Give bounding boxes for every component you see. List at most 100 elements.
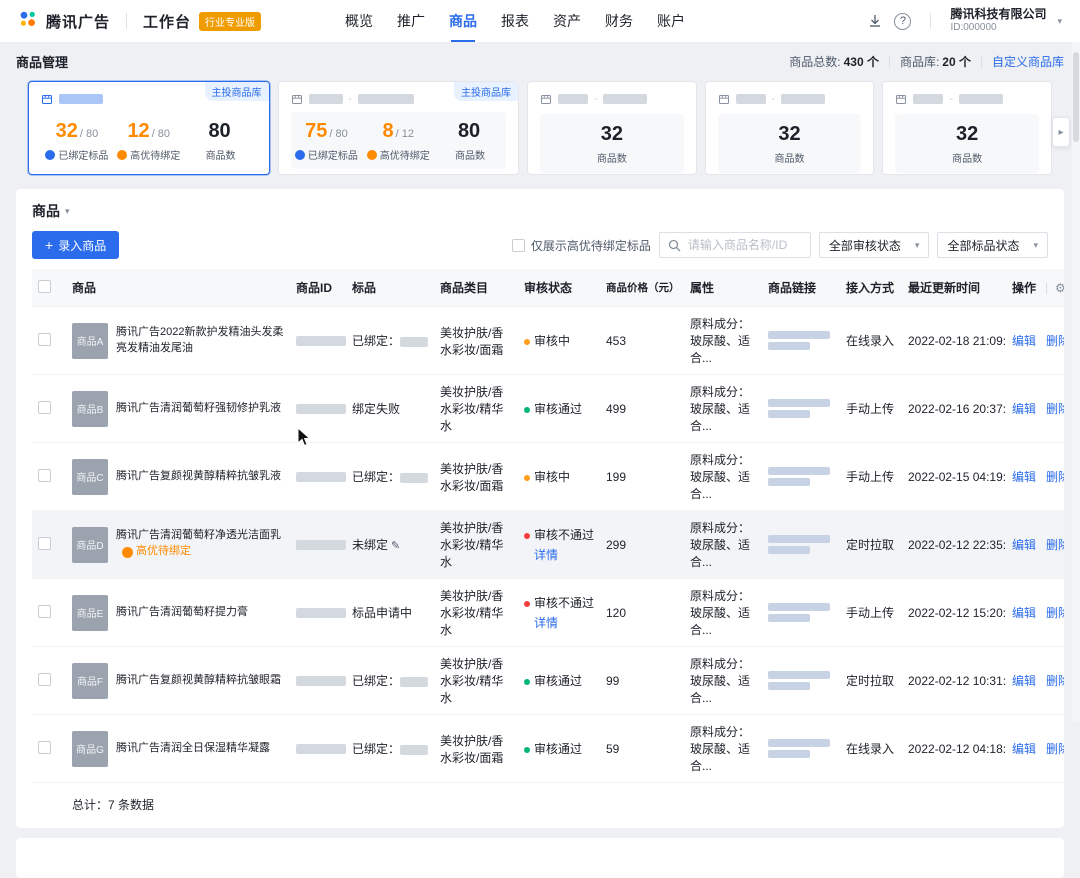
account-menu[interactable]: 腾讯科技有限公司 ID:000000 xyxy=(950,7,1046,35)
divider xyxy=(889,56,890,68)
row-checkbox[interactable] xyxy=(38,333,51,346)
delete-link[interactable]: 删除 xyxy=(1046,538,1064,552)
select-all-checkbox[interactable] xyxy=(38,280,51,293)
account-name: 腾讯科技有限公司 xyxy=(950,7,1046,22)
cell-audit-status: 审核不通过详情 xyxy=(518,511,600,579)
row-checkbox[interactable] xyxy=(38,673,51,686)
cell-product-link xyxy=(762,307,840,375)
edit-link[interactable]: 编辑 xyxy=(1012,538,1036,552)
table-row[interactable]: 商品D腾讯广告清润葡萄籽净透光洁面乳高优待绑定未绑定✎美妆护肤/香水彩妆/精华水… xyxy=(32,511,1064,579)
masked-product-id xyxy=(296,744,346,754)
product-thumbnail: 商品G xyxy=(72,731,108,767)
table-row[interactable]: 商品C腾讯广告复颜视黄醇精粹抗皱乳液已绑定：美妆护肤/香水彩妆/面霜审核中199… xyxy=(32,443,1064,511)
delete-link[interactable]: 删除 xyxy=(1046,402,1064,416)
masked-product-id xyxy=(296,336,346,346)
top-navigation: 腾讯广告 工作台 行业专业版 概览推广商品报表资产财务账户 ? 腾讯科技有限公司… xyxy=(0,0,1080,42)
cell-category: 美妆护肤/香水彩妆/精华水 xyxy=(434,511,518,579)
nav-item-概览[interactable]: 概览 xyxy=(345,0,373,42)
column-settings-icon[interactable]: ⚙ xyxy=(1055,281,1064,295)
row-checkbox[interactable] xyxy=(38,605,51,618)
audit-status: 审核不通过 xyxy=(524,526,594,543)
column-header: 商品类目 xyxy=(434,269,518,307)
nav-item-报表[interactable]: 报表 xyxy=(501,0,529,42)
edit-link[interactable]: 编辑 xyxy=(1012,606,1036,620)
product-name: 腾讯广告清润葡萄籽强韧修护乳液 xyxy=(116,401,281,417)
card-stat: 80商品数 xyxy=(185,120,257,162)
status-detail-link[interactable]: 详情 xyxy=(534,546,558,563)
custom-library-link[interactable]: 自定义商品库 xyxy=(992,53,1064,70)
row-checkbox[interactable] xyxy=(38,537,51,550)
edit-link[interactable]: 编辑 xyxy=(1012,674,1036,688)
row-checkbox[interactable] xyxy=(38,469,51,482)
cards-next-button[interactable]: ▸ xyxy=(1052,117,1070,147)
cell-attributes: 原料成分：玻尿酸、适合... xyxy=(684,511,762,579)
edit-link[interactable]: 编辑 xyxy=(1012,470,1036,484)
tencent-ads-logo-icon[interactable] xyxy=(18,9,38,34)
biaopin-status: 已绑定： xyxy=(352,742,400,756)
cell-product: 商品F腾讯广告复颜视黄醇精粹抗皱眼霜 xyxy=(66,647,290,715)
add-product-button[interactable]: + 录入商品 xyxy=(32,231,119,259)
product-library-card[interactable]: -32商品数 xyxy=(527,81,697,175)
cell-price: 99 xyxy=(600,647,684,715)
cell-price: 199 xyxy=(600,443,684,511)
delete-link[interactable]: 删除 xyxy=(1046,470,1064,484)
edit-link[interactable]: 编辑 xyxy=(1012,402,1036,416)
row-checkbox[interactable] xyxy=(38,741,51,754)
cell-category: 美妆护肤/香水彩妆/精华水 xyxy=(434,579,518,647)
nav-item-资产[interactable]: 资产 xyxy=(553,0,581,42)
scrollbar-thumb[interactable] xyxy=(1073,52,1079,142)
priority-filter-checkbox[interactable] xyxy=(512,239,525,252)
table-row[interactable]: 商品B腾讯广告清润葡萄籽强韧修护乳液绑定失败美妆护肤/香水彩妆/精华水审核通过4… xyxy=(32,375,1064,443)
download-icon[interactable] xyxy=(867,13,883,29)
nav-item-推广[interactable]: 推广 xyxy=(397,0,425,42)
table-row[interactable]: 商品E腾讯广告清润葡萄籽提力膏标品申请中美妆护肤/香水彩妆/精华水审核不通过详情… xyxy=(32,579,1064,647)
nav-item-商品[interactable]: 商品 xyxy=(449,0,477,42)
table-row[interactable]: 商品F腾讯广告复颜视黄醇精粹抗皱眼霜已绑定：美妆护肤/香水彩妆/精华水审核通过9… xyxy=(32,647,1064,715)
column-header: 商品价格（元） xyxy=(600,269,684,307)
biaopin-status: 已绑定： xyxy=(352,674,400,688)
delete-link[interactable]: 删除 xyxy=(1046,334,1064,348)
row-checkbox[interactable] xyxy=(38,401,51,414)
priority-filter-label: 仅展示高优待绑定标品 xyxy=(531,237,651,254)
product-library-card[interactable]: 主投商品库-75/ 80已绑定标品8/ 12高优待绑定80商品数 xyxy=(278,81,520,175)
biaopin-status: 绑定失败 xyxy=(352,402,400,416)
nav-item-账户[interactable]: 账户 xyxy=(657,0,685,42)
masked-biaopin-name xyxy=(400,473,428,483)
product-thumbnail: 商品C xyxy=(72,459,108,495)
delete-link[interactable]: 删除 xyxy=(1046,742,1064,756)
search-input[interactable] xyxy=(686,237,802,253)
product-library-card[interactable]: 主投商品库32/ 80已绑定标品12/ 80高优待绑定80商品数 xyxy=(28,81,270,175)
product-name: 腾讯广告清润葡萄籽净透光洁面乳高优待绑定 xyxy=(116,528,284,561)
cell-access-method: 定时拉取 xyxy=(840,511,902,579)
page-header: 商品管理 商品总数:430 个 商品库:20 个 自定义商品库 xyxy=(0,42,1080,79)
vertical-scrollbar[interactable] xyxy=(1072,42,1080,722)
cell-product-id xyxy=(290,307,346,375)
chevron-down-icon: ▾ xyxy=(1057,16,1062,27)
status-dot xyxy=(524,339,530,345)
product-library-card[interactable]: -32商品数 xyxy=(882,81,1052,175)
product-type-dropdown[interactable]: 商品▾ xyxy=(32,201,86,221)
help-icon[interactable]: ? xyxy=(894,13,911,30)
nav-item-财务[interactable]: 财务 xyxy=(605,0,633,42)
table-row[interactable]: 商品A腾讯广告2022新款护发精油头发柔亮发精油发尾油已绑定：美妆护肤/香水彩妆… xyxy=(32,307,1064,375)
audit-status: 审核不通过 xyxy=(524,594,594,611)
audit-status-select[interactable]: 全部审核状态▾ xyxy=(819,232,930,258)
table-row[interactable]: 商品G腾讯广告清润全日保湿精华凝露已绑定：美妆护肤/香水彩妆/面霜审核通过59原… xyxy=(32,715,1064,783)
delete-link[interactable]: 删除 xyxy=(1046,606,1064,620)
product-library-card[interactable]: -32商品数 xyxy=(705,81,875,175)
edit-link[interactable]: 编辑 xyxy=(1012,742,1036,756)
cell-category: 美妆护肤/香水彩妆/面霜 xyxy=(434,307,518,375)
product-name: 腾讯广告复颜视黄醇精粹抗皱眼霜 xyxy=(116,673,281,689)
toolbar: + 录入商品 仅展示高优待绑定标品 全部审核状态▾ 全部标品状态▾ xyxy=(32,231,1064,259)
status-dot xyxy=(524,475,530,481)
edit-link[interactable]: 编辑 xyxy=(1012,334,1036,348)
status-detail-link[interactable]: 详情 xyxy=(534,614,558,631)
cell-product-link xyxy=(762,375,840,443)
cell-category: 美妆护肤/香水彩妆/面霜 xyxy=(434,443,518,511)
biaopin-status: 未绑定 xyxy=(352,538,388,552)
cell-updated-time: 2022-02-12 10:31:0 xyxy=(902,647,1006,715)
edit-biaopin-icon[interactable]: ✎ xyxy=(391,540,400,552)
masked-link xyxy=(768,478,810,486)
biaopin-status-select[interactable]: 全部标品状态▾ xyxy=(937,232,1048,258)
delete-link[interactable]: 删除 xyxy=(1046,674,1064,688)
